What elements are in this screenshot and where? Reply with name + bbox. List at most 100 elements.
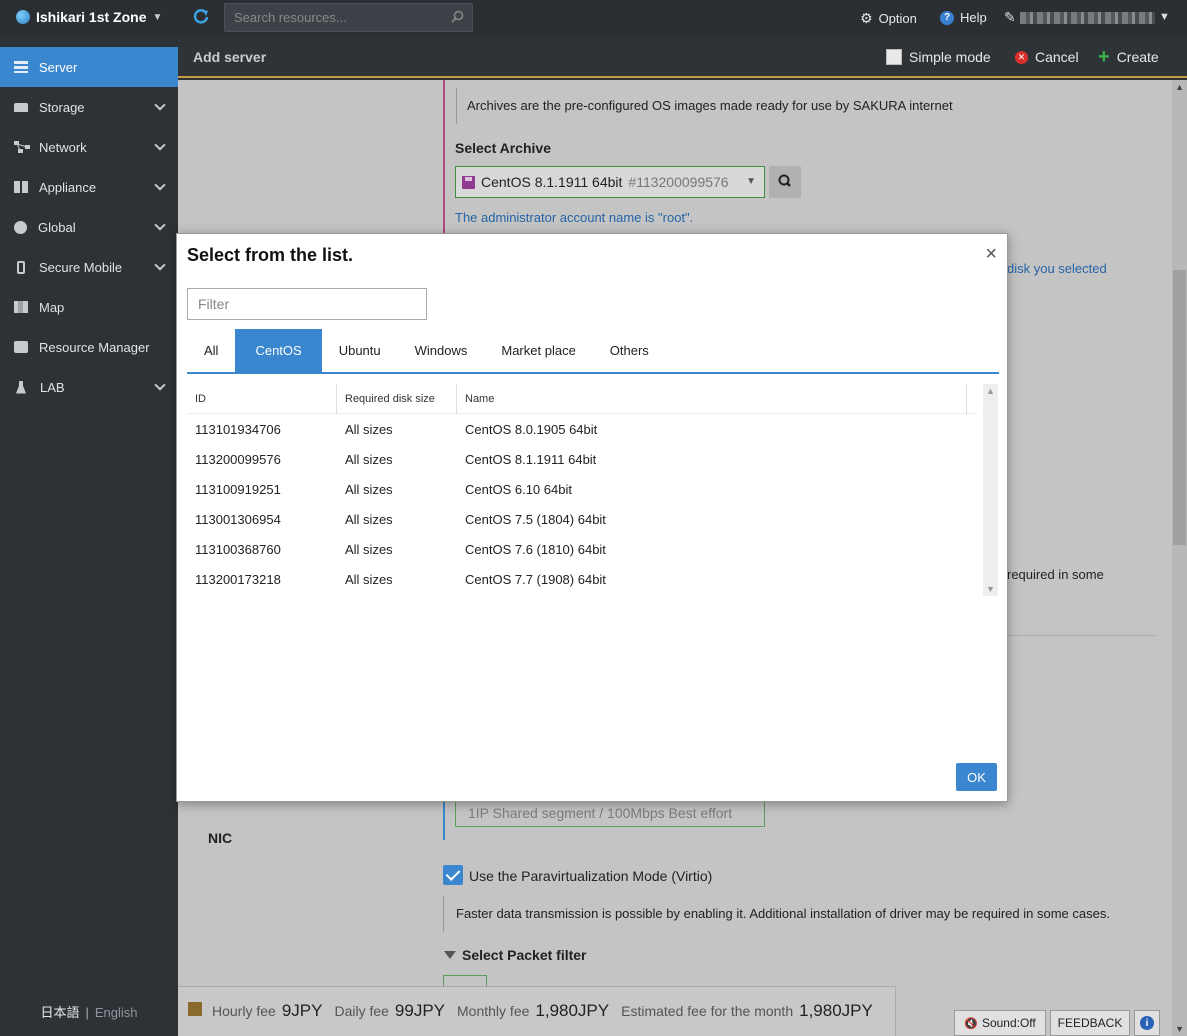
archive-select[interactable]: CentOS 8.1.1911 64bit #113200099576 ▼ <box>455 166 765 198</box>
column-header-name[interactable]: Name <box>457 383 967 414</box>
sidebar-item-storage[interactable]: Storage <box>0 87 178 127</box>
simple-mode-checkbox[interactable] <box>886 49 902 65</box>
sidebar-item-label: Network <box>39 139 87 155</box>
row-name: CentOS 7.5 (1804) 64bit <box>465 511 606 527</box>
cancel-label: Cancel <box>1035 49 1079 65</box>
required-note-partial: required in some <box>1007 567 1104 582</box>
sidebar-item-server[interactable]: Server <box>0 47 178 87</box>
cancel-button[interactable]: ✕ Cancel <box>1015 49 1079 65</box>
zone-label: Ishikari 1st Zone <box>36 9 147 25</box>
close-icon[interactable]: × <box>985 243 997 266</box>
table-row[interactable]: 113001306954 All sizes CentOS 7.5 (1804)… <box>187 504 977 534</box>
feedback-button[interactable]: FEEDBACK <box>1050 1010 1130 1036</box>
section-accent-bar <box>443 80 445 240</box>
sound-label: Sound:Off <box>981 1016 1036 1030</box>
puzzle-icon <box>14 341 28 353</box>
row-id: 113101934706 <box>195 421 281 437</box>
monthly-fee-label: Monthly fee <box>457 1003 530 1019</box>
option-menu[interactable]: ⚙ Option <box>860 10 917 27</box>
sidebar: Server Storage Network Appliance Global … <box>0 47 178 1036</box>
ok-button[interactable]: OK <box>956 763 997 791</box>
sidebar-item-secure-mobile[interactable]: Secure Mobile <box>0 247 178 287</box>
filter-input[interactable] <box>187 288 427 320</box>
row-name: CentOS 8.0.1905 64bit <box>465 421 598 437</box>
table-scrollbar[interactable]: ▲ ▼ <box>983 384 998 596</box>
table-row[interactable]: 113101934706 All sizes CentOS 8.0.1905 6… <box>187 414 977 444</box>
scroll-up-icon[interactable]: ▲ <box>1175 82 1184 92</box>
table-row[interactable]: 113100368760 All sizes CentOS 7.6 (1810)… <box>187 534 977 564</box>
chevron-down-icon <box>154 179 166 191</box>
sidebar-item-lab[interactable]: LAB <box>0 367 178 407</box>
sidebar-item-label: LAB <box>40 379 65 395</box>
table-row[interactable]: 113200173218 All sizes CentOS 7.7 (1908)… <box>187 564 977 594</box>
create-label: Create <box>1116 49 1159 65</box>
zone-selector[interactable]: Ishikari 1st Zone ▼ <box>16 9 162 25</box>
column-header-id[interactable]: ID <box>187 383 337 414</box>
create-button[interactable]: + Create <box>1098 47 1159 67</box>
sidebar-item-resource-manager[interactable]: Resource Manager <box>0 327 178 367</box>
sidebar-item-label: Map <box>39 299 65 315</box>
sidebar-item-label: Storage <box>39 99 85 115</box>
speaker-muted-icon: 🔇 <box>964 1017 978 1030</box>
chevron-down-icon <box>154 259 166 271</box>
feedback-label: FEEDBACK <box>1057 1016 1123 1030</box>
lang-separator: | <box>85 1005 89 1020</box>
table-row[interactable]: 113200099576 All sizes CentOS 8.1.1911 6… <box>187 444 977 474</box>
user-account-menu[interactable] <box>1020 12 1155 24</box>
sidebar-item-network[interactable]: Network <box>0 127 178 167</box>
sidebar-item-appliance[interactable]: Appliance <box>0 167 178 207</box>
row-name: CentOS 8.1.1911 64bit <box>465 451 597 467</box>
row-id: 113200099576 <box>195 451 281 467</box>
row-size: All sizes <box>345 571 393 587</box>
appliance-icon <box>14 181 28 193</box>
sound-toggle-button[interactable]: 🔇 Sound:Off <box>954 1010 1046 1036</box>
scroll-down-icon[interactable]: ▼ <box>986 584 995 594</box>
modal-title: Select from the list. <box>187 245 354 265</box>
archive-table: ID Required disk size Name 113101934706 … <box>187 383 977 594</box>
help-label: Help <box>960 10 987 25</box>
search-icon[interactable] <box>451 10 464 23</box>
chevron-down-icon <box>154 379 166 391</box>
lang-english[interactable]: English <box>95 1005 138 1020</box>
flask-icon <box>16 380 26 394</box>
help-menu[interactable]: ? Help <box>940 10 987 25</box>
language-switcher: 日本語 | English <box>0 1002 178 1021</box>
scroll-down-icon[interactable]: ▼ <box>1175 1024 1184 1034</box>
select-list-modal: Select from the list. × All CentOS Ubunt… <box>176 233 1008 802</box>
page-header: Add server Simple mode ✕ Cancel + Create <box>178 37 1187 78</box>
sidebar-item-global[interactable]: Global <box>0 207 178 247</box>
scroll-thumb[interactable] <box>1173 270 1186 545</box>
page-scrollbar[interactable]: ▲ ▼ <box>1172 80 1187 1036</box>
dropdown-caret-icon: ▼ <box>746 176 756 187</box>
tab-others[interactable]: Others <box>593 329 666 372</box>
user-menu-caret-icon[interactable]: ▼ <box>1159 11 1170 23</box>
tab-windows[interactable]: Windows <box>398 329 485 372</box>
virtio-checkbox[interactable] <box>443 865 463 885</box>
table-row[interactable]: 113100919251 All sizes CentOS 6.10 64bit <box>187 474 977 504</box>
table-header: ID Required disk size Name <box>187 383 977 414</box>
help-icon: ? <box>940 10 954 25</box>
network-icon <box>14 141 30 153</box>
map-icon <box>14 301 28 313</box>
column-header-disk-size[interactable]: Required disk size <box>337 383 457 414</box>
fee-icon <box>188 1002 202 1016</box>
info-button[interactable]: i <box>1134 1010 1160 1036</box>
scroll-up-icon[interactable]: ▲ <box>986 386 995 396</box>
storage-icon <box>14 102 28 112</box>
archive-search-button[interactable] <box>769 166 801 198</box>
tab-centos[interactable]: CentOS <box>235 329 322 372</box>
search-input[interactable]: Search resources... <box>224 3 473 32</box>
tab-ubuntu[interactable]: Ubuntu <box>322 329 398 372</box>
tab-all[interactable]: All <box>187 329 235 372</box>
archive-note: Archives are the pre-configured OS image… <box>456 88 963 124</box>
refresh-icon[interactable] <box>190 7 212 29</box>
tab-market-place[interactable]: Market place <box>484 329 592 372</box>
option-label: Option <box>878 11 917 26</box>
sidebar-item-map[interactable]: Map <box>0 287 178 327</box>
sidebar-item-label: Secure Mobile <box>39 259 123 275</box>
lang-japanese[interactable]: 日本語 <box>40 1005 79 1020</box>
simple-mode-toggle[interactable]: Simple mode <box>886 49 991 65</box>
archive-selected-name: CentOS 8.1.1911 64bit <box>481 174 623 190</box>
daily-fee-value: 99JPY <box>394 1001 446 1020</box>
cancel-icon: ✕ <box>1015 50 1028 64</box>
